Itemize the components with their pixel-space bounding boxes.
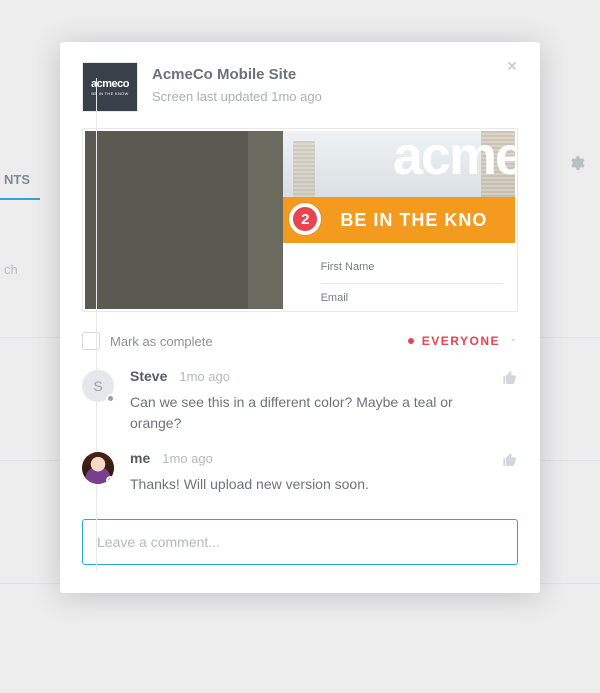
comment-input-row <box>60 511 540 593</box>
comment-author: Steve <box>130 368 167 384</box>
comment-modal: acmeco BE IN THE KNOW AcmeCo Mobile Site… <box>60 42 540 593</box>
preview-logo: acme <box>393 131 515 187</box>
background-tab: NTS <box>0 160 40 200</box>
visibility-dropdown[interactable]: EVERYONE <box>408 334 518 348</box>
background-search-fragment: ch <box>0 262 45 292</box>
thread-line <box>96 78 97 571</box>
comments-list: S Steve 1mo ago Can we see this in a dif… <box>60 368 540 495</box>
avatar[interactable] <box>82 452 114 484</box>
screen-thumbnail[interactable]: acmeco BE IN THE KNOW <box>82 62 138 112</box>
comment-author: me <box>130 450 150 466</box>
comment: S Steve 1mo ago Can we see this in a dif… <box>82 368 518 434</box>
avatar-initial: S <box>93 378 102 394</box>
close-icon[interactable] <box>500 54 524 78</box>
mark-complete[interactable]: Mark as complete <box>82 332 213 350</box>
mark-complete-label: Mark as complete <box>110 334 213 349</box>
comment-time: 1mo ago <box>162 451 213 466</box>
preview-banner-text: BE IN THE KNO <box>340 210 487 231</box>
comment-text: Thanks! Will upload new version soon. <box>130 474 518 495</box>
screen-preview[interactable]: acme BE IN THE KNO 2 First Name Email <box>82 128 518 312</box>
comment-text: Can we see this in a different color? Ma… <box>130 392 518 434</box>
gear-icon[interactable] <box>567 154 585 177</box>
like-icon[interactable] <box>502 452 518 473</box>
comment-time: 1mo ago <box>179 369 230 384</box>
presence-indicator <box>106 476 114 484</box>
preview-form: First Name Email <box>309 243 515 309</box>
modal-subtitle: Screen last updated 1mo ago <box>152 89 322 104</box>
controls-row: Mark as complete EVERYONE <box>60 312 540 368</box>
modal-header: acmeco BE IN THE KNOW AcmeCo Mobile Site… <box>60 42 540 128</box>
visibility-dot-icon <box>408 338 414 344</box>
visibility-label: EVERYONE <box>422 334 500 348</box>
avatar[interactable]: S <box>82 370 114 402</box>
mark-complete-checkbox[interactable] <box>82 332 100 350</box>
header-text: AcmeCo Mobile Site Screen last updated 1… <box>152 62 322 104</box>
preview-field-firstname: First Name <box>321 261 503 273</box>
chevron-down-icon <box>508 334 518 348</box>
comment-marker[interactable]: 2 <box>289 203 321 235</box>
comment-input[interactable] <box>82 519 518 565</box>
like-icon[interactable] <box>502 370 518 391</box>
presence-indicator <box>106 394 115 403</box>
comment: me 1mo ago Thanks! Will upload new versi… <box>82 450 518 495</box>
preview-field-email: Email <box>321 292 503 304</box>
modal-title: AcmeCo Mobile Site <box>152 66 322 83</box>
